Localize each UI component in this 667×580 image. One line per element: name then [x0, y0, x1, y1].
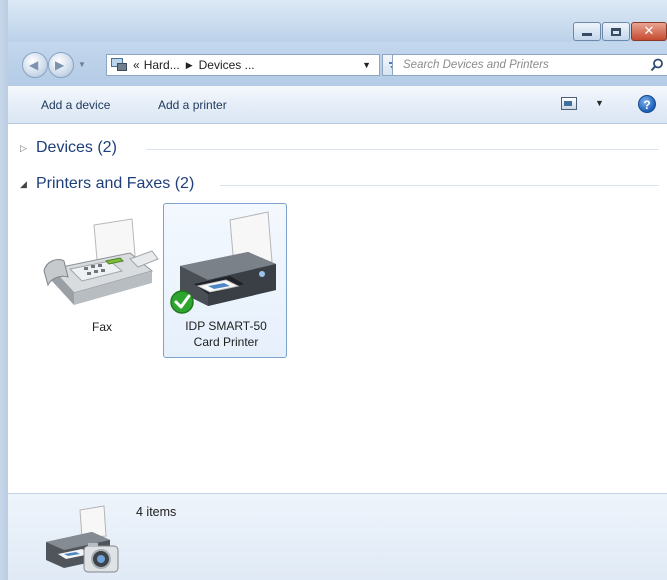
- address-box[interactable]: « Hard... ▶ Devices ... ▼: [106, 54, 380, 76]
- group-title-printers: Printers and Faxes (2): [36, 175, 195, 192]
- breadcrumb-overflow[interactable]: «: [133, 58, 140, 72]
- item-count: 4 items: [136, 505, 177, 519]
- help-button[interactable]: ?: [638, 95, 656, 113]
- group-header-devices[interactable]: ▷ Devices (2): [8, 137, 667, 161]
- group-divider: [146, 149, 659, 150]
- search-input[interactable]: Search Devices and Printers: [392, 54, 667, 76]
- device-label-fax: Fax: [91, 320, 112, 334]
- printer-name: IDP SMART-50: [185, 319, 267, 333]
- collapsed-chevron-icon[interactable]: ▷: [20, 143, 27, 154]
- recent-pages-dropdown-icon[interactable]: ▼: [78, 60, 86, 69]
- add-printer-button[interactable]: Add a printer: [158, 98, 227, 112]
- close-icon: ✕: [643, 24, 655, 39]
- add-device-button[interactable]: Add a device: [41, 98, 110, 112]
- close-button[interactable]: ✕: [631, 22, 667, 41]
- device-tile-idp-smart-50[interactable]: IDP SMART-50 Card Printer: [163, 203, 287, 358]
- minimize-icon: [582, 33, 592, 36]
- expanded-chevron-icon[interactable]: ◢: [20, 179, 27, 190]
- fax-machine-icon: [43, 218, 159, 305]
- command-bar: Add a device Add a printer ▼ ?: [8, 86, 667, 124]
- device-tile-fax[interactable]: Fax: [40, 205, 164, 360]
- caption-buttons: ✕: [572, 22, 667, 42]
- group-title-devices: Devices (2): [36, 139, 117, 156]
- breadcrumb-separator-icon[interactable]: ▶: [186, 60, 193, 71]
- change-view-icon[interactable]: [561, 97, 577, 110]
- maximize-icon: [611, 27, 621, 36]
- title-bar[interactable]: ✕: [8, 0, 667, 42]
- devices-and-printers-icon: [46, 505, 119, 573]
- breadcrumb-devices[interactable]: Devices ...: [199, 58, 255, 72]
- default-printer-check-icon: [170, 290, 194, 314]
- minimize-button[interactable]: [573, 22, 601, 41]
- device-label-printer: IDP SMART-50 Card Printer: [164, 318, 288, 350]
- maximize-button[interactable]: [602, 22, 630, 41]
- printer-subtitle: Card Printer: [193, 335, 259, 349]
- forward-button[interactable]: ▶: [48, 52, 74, 78]
- search-placeholder: Search Devices and Printers: [403, 59, 549, 71]
- devices-and-printers-icon: [111, 58, 129, 72]
- breadcrumb-hardware[interactable]: Hard...: [144, 58, 180, 72]
- address-dropdown-icon[interactable]: ▼: [362, 60, 371, 70]
- back-arrow-icon: ◀: [29, 58, 39, 72]
- printer-icon: [170, 211, 276, 314]
- forward-arrow-icon: ▶: [55, 58, 65, 72]
- group-divider: [220, 185, 659, 186]
- address-bar-row: ◀ ▶ ▼ « Hard... ▶ Devices ... ▼ Search D…: [8, 42, 667, 86]
- group-header-printers[interactable]: ◢ Printers and Faxes (2): [8, 173, 667, 197]
- back-button[interactable]: ◀: [22, 52, 48, 78]
- items-view: ▷ Devices (2) ◢ Printers and Faxes (2) F…: [8, 125, 667, 493]
- view-options-dropdown-icon[interactable]: ▼: [595, 98, 604, 108]
- window-frame-left: [0, 0, 8, 580]
- search-icon[interactable]: [650, 58, 664, 72]
- details-pane: 4 items: [8, 493, 667, 580]
- devices-and-printers-window: ✕ ◀ ▶ ▼ « Hard... ▶ Devices ... ▼ Search…: [0, 0, 667, 580]
